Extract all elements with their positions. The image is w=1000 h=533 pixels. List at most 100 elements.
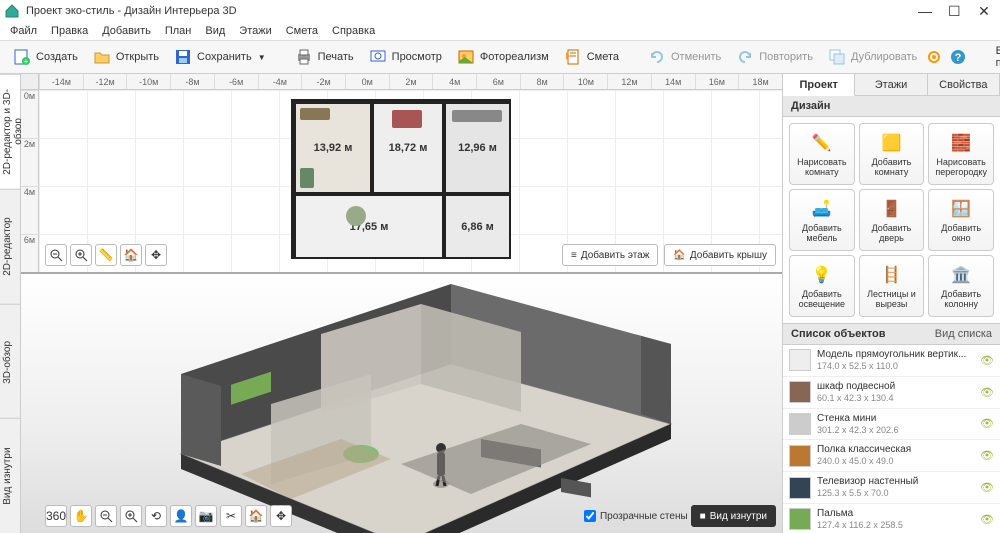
visibility-icon[interactable]: 👁 <box>980 354 994 367</box>
walk-button[interactable]: 👤 <box>170 505 192 527</box>
menu-help[interactable]: Справка <box>326 24 381 38</box>
ruler-vertical: 0м2м4м6м <box>21 90 39 272</box>
vtab-3d[interactable]: 3D-обзор <box>0 304 20 419</box>
settings-button[interactable] <box>925 46 943 68</box>
list-item[interactable]: Модель прямоугольник вертик...174.0 x 52… <box>783 345 1000 377</box>
vtab-2d3d[interactable]: 2D-редактор и 3D-обзор <box>0 74 20 189</box>
viewport-3d[interactable]: 360 ✋ ⟲ 👤 📷 ✂ 🏠 ✥ Прозрачные стены ■Вид … <box>21 274 782 533</box>
list-item[interactable]: Полка классическая240.0 x 45.0 x 49.0👁 <box>783 440 1000 472</box>
menu-estimate[interactable]: Смета <box>280 24 324 38</box>
new-file-icon: + <box>12 47 32 67</box>
photoreal-button[interactable]: Фотореализм <box>450 45 555 69</box>
tab-project[interactable]: Проект <box>783 74 855 96</box>
menu-floors[interactable]: Этажи <box>233 24 277 38</box>
menu-view[interactable]: Вид <box>199 24 231 38</box>
room-2[interactable]: 18,72 м <box>372 102 444 194</box>
preview-button[interactable]: Просмотр <box>362 45 448 69</box>
add-column-button[interactable]: 🏛️Добавить колонну <box>928 255 994 317</box>
list-item[interactable]: шкаф подвесной60.1 x 42.3 x 130.4👁 <box>783 377 1000 409</box>
draw-room-button[interactable]: ✏️Нарисовать комнату <box>789 123 855 185</box>
close-button[interactable]: ✕ <box>978 3 990 20</box>
titlebar: Проект эко-стиль - Дизайн Интерьера 3D —… <box>0 0 1000 22</box>
room-4[interactable]: 17,65 м <box>294 194 444 259</box>
clip-button[interactable]: ✂ <box>220 505 242 527</box>
list-item[interactable]: Телевизор настенный125.3 x 5.5 x 70.0👁 <box>783 472 1000 504</box>
layers-icon: ≡ <box>571 250 577 261</box>
zoom-in-3d-button[interactable] <box>120 505 142 527</box>
open-button[interactable]: Открыть <box>86 45 165 69</box>
tab-properties[interactable]: Свойства <box>928 74 1000 95</box>
save-icon <box>173 47 193 67</box>
visibility-icon[interactable]: 👁 <box>980 417 994 430</box>
photo-icon <box>456 47 476 67</box>
sofa-icon: 🛋️ <box>810 197 834 221</box>
list-view-toggle[interactable]: Вид списка <box>935 328 992 340</box>
design-buttons-grid: ✏️Нарисовать комнату 🟨Добавить комнату 🧱… <box>783 117 1000 323</box>
list-item[interactable]: Пальма127.4 x 116.2 x 258.5👁 <box>783 504 1000 533</box>
draw-partition-button[interactable]: 🧱Нарисовать перегородку <box>928 123 994 185</box>
column-icon: 🏛️ <box>949 263 973 287</box>
side-panel: Проект Этажи Свойства Дизайн ✏️Нарисоват… <box>782 74 1000 533</box>
stairs-button[interactable]: 🪜Лестницы и вырезы <box>859 255 925 317</box>
zoom-out-3d-button[interactable] <box>95 505 117 527</box>
add-furniture-button[interactable]: 🛋️Добавить мебель <box>789 189 855 251</box>
vtab-2d[interactable]: 2D-редактор <box>0 189 20 304</box>
zoom-in-button[interactable] <box>70 244 92 266</box>
object-list-header: Список объектов <box>791 328 885 340</box>
inside-view-button[interactable]: ■Вид изнутри <box>691 505 776 527</box>
add-floor-button[interactable]: ≡Добавить этаж <box>562 244 658 266</box>
room-1[interactable]: 13,92 м <box>294 102 372 194</box>
help-button[interactable]: ? <box>949 46 967 68</box>
room-5[interactable]: 6,86 м <box>444 194 511 259</box>
orbit-button[interactable]: 360 <box>45 505 67 527</box>
menu-add[interactable]: Добавить <box>96 24 157 38</box>
fit-3d-button[interactable]: ✥ <box>270 505 292 527</box>
transparent-walls-checkbox[interactable]: Прозрачные стены <box>584 510 688 522</box>
tab-floors[interactable]: Этажи <box>855 74 927 95</box>
add-room-button[interactable]: 🟨Добавить комнату <box>859 123 925 185</box>
print-button[interactable]: Печать <box>288 45 360 69</box>
visibility-icon[interactable]: 👁 <box>980 449 994 462</box>
redo-button[interactable]: Повторить <box>729 45 819 69</box>
vtab-inside[interactable]: Вид изнутри <box>0 418 20 533</box>
add-door-button[interactable]: 🚪Добавить дверь <box>859 189 925 251</box>
maximize-button[interactable]: ☐ <box>948 3 960 20</box>
window-icon: 🪟 <box>949 197 973 221</box>
duplicate-button[interactable]: Дублировать <box>821 45 923 69</box>
printer-icon <box>294 47 314 67</box>
panel-mode-label: Вид панели: <box>996 45 1000 69</box>
undo-button[interactable]: Отменить <box>641 45 727 69</box>
home-button[interactable]: 🏠 <box>120 244 142 266</box>
menu-plan[interactable]: План <box>159 24 198 38</box>
floorplan[interactable]: 13,92 м 18,72 м 12,96 м 17,65 м 6,86 м <box>291 99 511 259</box>
room-3[interactable]: 12,96 м <box>444 102 511 194</box>
move-button[interactable]: ✥ <box>145 244 167 266</box>
estimate-icon <box>563 47 583 67</box>
save-button[interactable]: Сохранить▼ <box>167 45 272 69</box>
pan-button[interactable]: ✋ <box>70 505 92 527</box>
list-item[interactable]: Стенка мини301.2 x 42.3 x 202.6👁 <box>783 409 1000 441</box>
add-window-button[interactable]: 🪟Добавить окно <box>928 189 994 251</box>
svg-text:?: ? <box>955 52 962 64</box>
zoom-out-button[interactable] <box>45 244 67 266</box>
rotate-button[interactable]: ⟲ <box>145 505 167 527</box>
camera-button[interactable]: 📷 <box>195 505 217 527</box>
ruler-horizontal: -14м-12м-10м-8м-6м-4м-2м0м2м4м6м8м10м12м… <box>39 74 782 90</box>
viewports: -14м-12м-10м-8м-6м-4м-2м0м2м4м6м8м10м12м… <box>21 74 782 533</box>
create-button[interactable]: +Создать <box>6 45 84 69</box>
ruler-button[interactable]: 📏 <box>95 244 117 266</box>
add-roof-button[interactable]: 🏠Добавить крышу <box>664 244 776 266</box>
visibility-icon[interactable]: 👁 <box>980 513 994 526</box>
viewport-2d[interactable]: -14м-12м-10м-8м-6м-4м-2м0м2м4м6м8м10м12м… <box>21 74 782 274</box>
home-3d-button[interactable]: 🏠 <box>245 505 267 527</box>
menu-edit[interactable]: Правка <box>45 24 94 38</box>
estimate-button[interactable]: Смета <box>557 45 625 69</box>
vp2d-tools: 📏 🏠 ✥ <box>45 244 167 266</box>
add-lighting-button[interactable]: 💡Добавить освещение <box>789 255 855 317</box>
object-list: Модель прямоугольник вертик...174.0 x 52… <box>783 345 1000 533</box>
visibility-icon[interactable]: 👁 <box>980 386 994 399</box>
minimize-button[interactable]: — <box>918 3 930 20</box>
visibility-icon[interactable]: 👁 <box>980 481 994 494</box>
stairs-icon: 🪜 <box>879 263 903 287</box>
menu-file[interactable]: Файл <box>4 24 43 38</box>
